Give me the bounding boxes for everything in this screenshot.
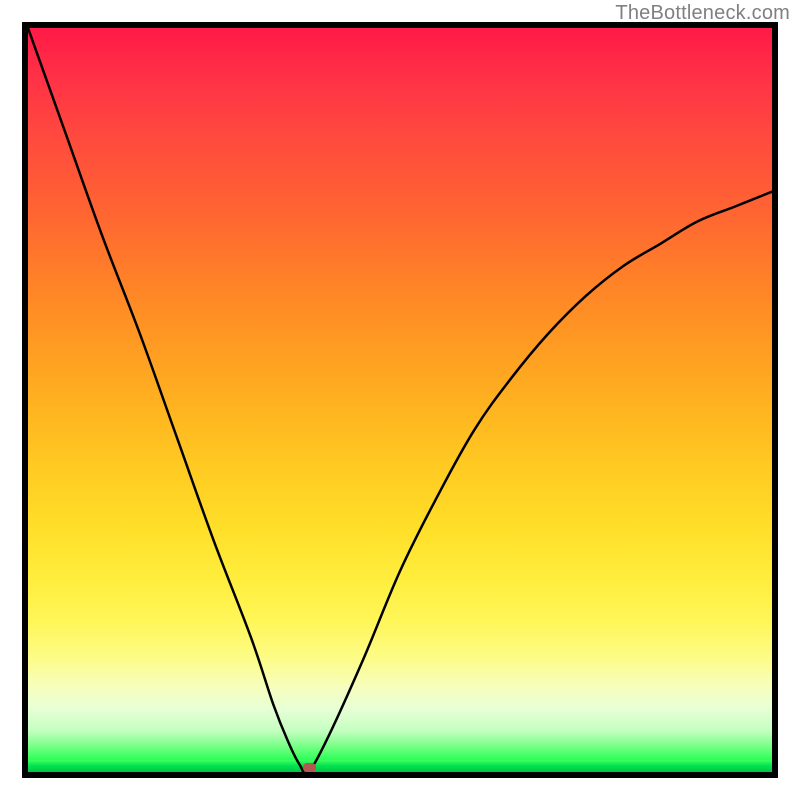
chart-frame	[22, 22, 778, 778]
optimal-marker	[303, 763, 316, 772]
bottleneck-curve	[28, 28, 772, 772]
curve-svg	[28, 28, 772, 772]
watermark-text: TheBottleneck.com	[615, 2, 790, 25]
plot-area	[28, 28, 772, 772]
chart-wrapper: TheBottleneck.com	[0, 0, 800, 800]
